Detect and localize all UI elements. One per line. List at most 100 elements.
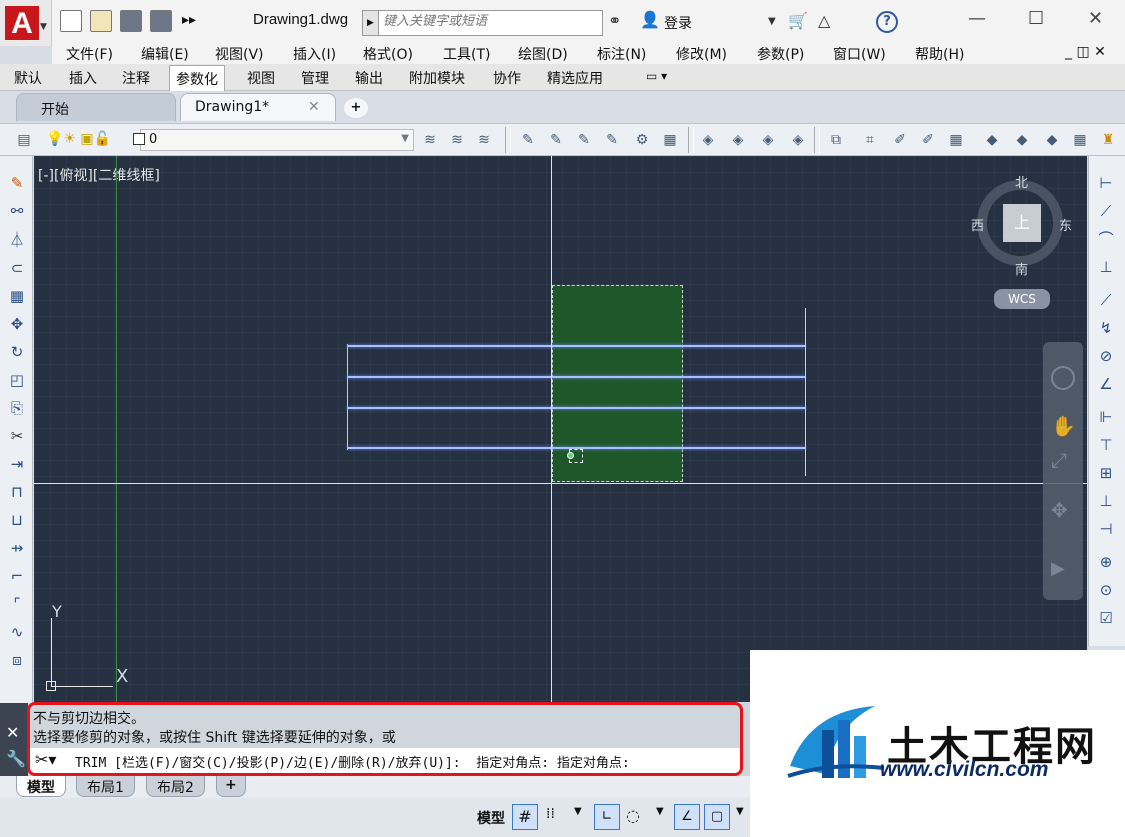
angular-dim-icon[interactable]: ∠ (1095, 373, 1117, 395)
layer-unlock-icon[interactable]: ◈ (788, 130, 808, 150)
menu-edit[interactable]: 编辑(E) (141, 44, 189, 64)
search-input[interactable] (383, 14, 598, 29)
menu-view[interactable]: 视图(V) (215, 44, 264, 64)
compass-west[interactable]: 西 (971, 215, 984, 234)
polar-icon[interactable]: ◌ (626, 806, 640, 825)
radius-dim-icon[interactable]: ⟋ (1095, 289, 1117, 311)
menu-window[interactable]: 窗口(W) (833, 44, 886, 64)
login-dropdown-icon[interactable]: ▼ (768, 16, 776, 27)
layer-tool-6-icon[interactable]: ▦ (660, 130, 680, 150)
ordinate-dim-icon[interactable]: ⊥ (1095, 256, 1117, 278)
tab-featured-apps[interactable]: 精选应用 (547, 68, 603, 88)
tab-insert[interactable]: 插入 (69, 68, 97, 88)
tab-layout2[interactable]: 布局2 (146, 776, 205, 797)
grid-icon[interactable]: # (512, 804, 538, 830)
qat-more-icon[interactable]: ▸▸ (182, 12, 196, 28)
tab-manage[interactable]: 管理 (301, 68, 329, 88)
tab-view[interactable]: 视图 (247, 68, 275, 88)
showmotion-icon[interactable]: ▶ (1051, 558, 1065, 579)
fillet-icon[interactable]: ⌜ (6, 593, 28, 615)
layer-match-icon[interactable]: ≋ (447, 130, 467, 150)
osnap-dropdown-icon[interactable]: ▼ (736, 806, 744, 817)
menu-parametric[interactable]: 参数(P) (757, 44, 804, 64)
model-space-button[interactable]: 模型 (477, 808, 505, 828)
layer-tool-5-icon[interactable]: ⚙ (632, 130, 652, 150)
layer-lock-icon[interactable]: ◈ (758, 130, 778, 150)
menu-format[interactable]: 格式(O) (363, 44, 413, 64)
new-tab-icon[interactable]: + (344, 98, 368, 118)
layer-tool-3-icon[interactable]: ✎ (574, 130, 594, 150)
linear-dim-icon[interactable]: ⊢ (1095, 172, 1117, 194)
continue-dim-icon[interactable]: ⊞ (1095, 462, 1117, 484)
open-folder-icon[interactable] (90, 10, 112, 32)
exchange-icon[interactable]: △ (818, 11, 830, 30)
rect-left-edge[interactable] (347, 344, 348, 450)
login-button[interactable]: 登录 (664, 13, 692, 33)
orbit-icon[interactable]: ✥ (1051, 498, 1068, 522)
customize-icon[interactable]: 🔧 (6, 749, 26, 768)
polar-dropdown-icon[interactable]: ▼ (656, 806, 664, 817)
file-tab-drawing1[interactable]: Drawing1* ✕ (180, 93, 336, 121)
isodraft-icon[interactable]: ∠ (674, 804, 700, 830)
menu-help[interactable]: 帮助(H) (915, 44, 964, 64)
extend-icon[interactable]: ⇥ (6, 453, 28, 475)
new-file-icon[interactable] (60, 10, 82, 32)
snap-icon[interactable]: ⁞⁞ (546, 806, 555, 822)
horizontal-line-2[interactable] (347, 376, 805, 378)
isolate-icon[interactable]: ✐ (890, 130, 910, 150)
aligned-dim-icon[interactable]: ⟋ (1095, 200, 1117, 222)
array-icon[interactable]: ▦ (6, 285, 28, 307)
jogged-dim-icon[interactable]: ↯ (1095, 317, 1117, 339)
binoculars-icon[interactable]: ⚭ (608, 11, 621, 30)
close-icon[interactable]: ✕ (1088, 8, 1103, 29)
copy-objects-icon[interactable]: ⧉ (826, 130, 846, 150)
doc-window-controls[interactable]: _ ◫ ✕ (1065, 44, 1106, 60)
menu-file[interactable]: 文件(F) (66, 44, 113, 64)
tab-output[interactable]: 输出 (355, 68, 383, 88)
layer-tool-1-icon[interactable]: ✎ (518, 130, 538, 150)
application-menu-button[interactable]: A ▼ (0, 0, 52, 46)
viewcube-face[interactable]: 上 (1003, 204, 1041, 242)
chamfer-icon[interactable]: ⌐ (6, 565, 28, 587)
layer-state-4-icon[interactable]: ▦ (1070, 130, 1090, 150)
quick-dim-icon[interactable]: ⊩ (1095, 406, 1117, 428)
inspect-icon[interactable]: ☑ (1095, 607, 1117, 629)
tab-collaborate[interactable]: 协作 (493, 68, 521, 88)
layer-tool-2-icon[interactable]: ✎ (546, 130, 566, 150)
compass-north[interactable]: 北 (1015, 172, 1028, 191)
scale-icon[interactable]: ◰ (6, 369, 28, 391)
object-snap-icon[interactable]: ▢ (704, 804, 730, 830)
search-box[interactable]: ▶ (362, 10, 603, 36)
tab-layout1[interactable]: 布局1 (76, 776, 135, 797)
tab-model[interactable]: 模型 (16, 776, 66, 797)
menu-draw[interactable]: 绘图(D) (518, 44, 568, 64)
cart-icon[interactable]: 🛒 (788, 11, 808, 30)
unisolate-icon[interactable]: ✐ (918, 130, 938, 150)
dim-space-icon[interactable]: ⊥ (1095, 490, 1117, 512)
wcs-menu[interactable]: WCS (994, 289, 1050, 309)
walk-icon[interactable]: ▦ (946, 130, 966, 150)
diameter-dim-icon[interactable]: ⊘ (1095, 345, 1117, 367)
tab-annotate[interactable]: 注释 (122, 68, 150, 88)
tab-default[interactable]: 默认 (14, 68, 42, 88)
tab-addins[interactable]: 附加模块 (409, 68, 465, 88)
layer-state-2-icon[interactable]: ◆ (1012, 130, 1032, 150)
rotate-icon[interactable]: ↻ (6, 341, 28, 363)
layer-properties-icon[interactable]: ▤ (14, 130, 34, 150)
tolerance-icon[interactable]: ⊕ (1095, 551, 1117, 573)
brush-icon[interactable]: ♜ (1098, 130, 1118, 150)
layer-dropdown[interactable]: 💡☀ ▣🔓 0 ▼ (46, 129, 414, 151)
save-icon[interactable] (120, 10, 142, 32)
close-command-icon[interactable]: ✕ (6, 723, 19, 742)
stretch-icon[interactable]: ⎘ (6, 397, 28, 419)
menu-tools[interactable]: 工具(T) (443, 44, 490, 64)
mirror-icon[interactable]: ⏃ (6, 229, 28, 251)
erase-icon[interactable]: ✎ (6, 172, 28, 194)
snap-dropdown-icon[interactable]: ▼ (574, 806, 582, 817)
horizontal-line-1[interactable] (347, 345, 805, 347)
break-icon[interactable]: ⊔ (6, 509, 28, 531)
center-mark-icon[interactable]: ⊙ (1095, 579, 1117, 601)
horizontal-line-3[interactable] (347, 407, 805, 409)
merge-icon[interactable]: ⌗ (860, 130, 880, 150)
steering-wheel-icon[interactable] (1051, 366, 1075, 390)
